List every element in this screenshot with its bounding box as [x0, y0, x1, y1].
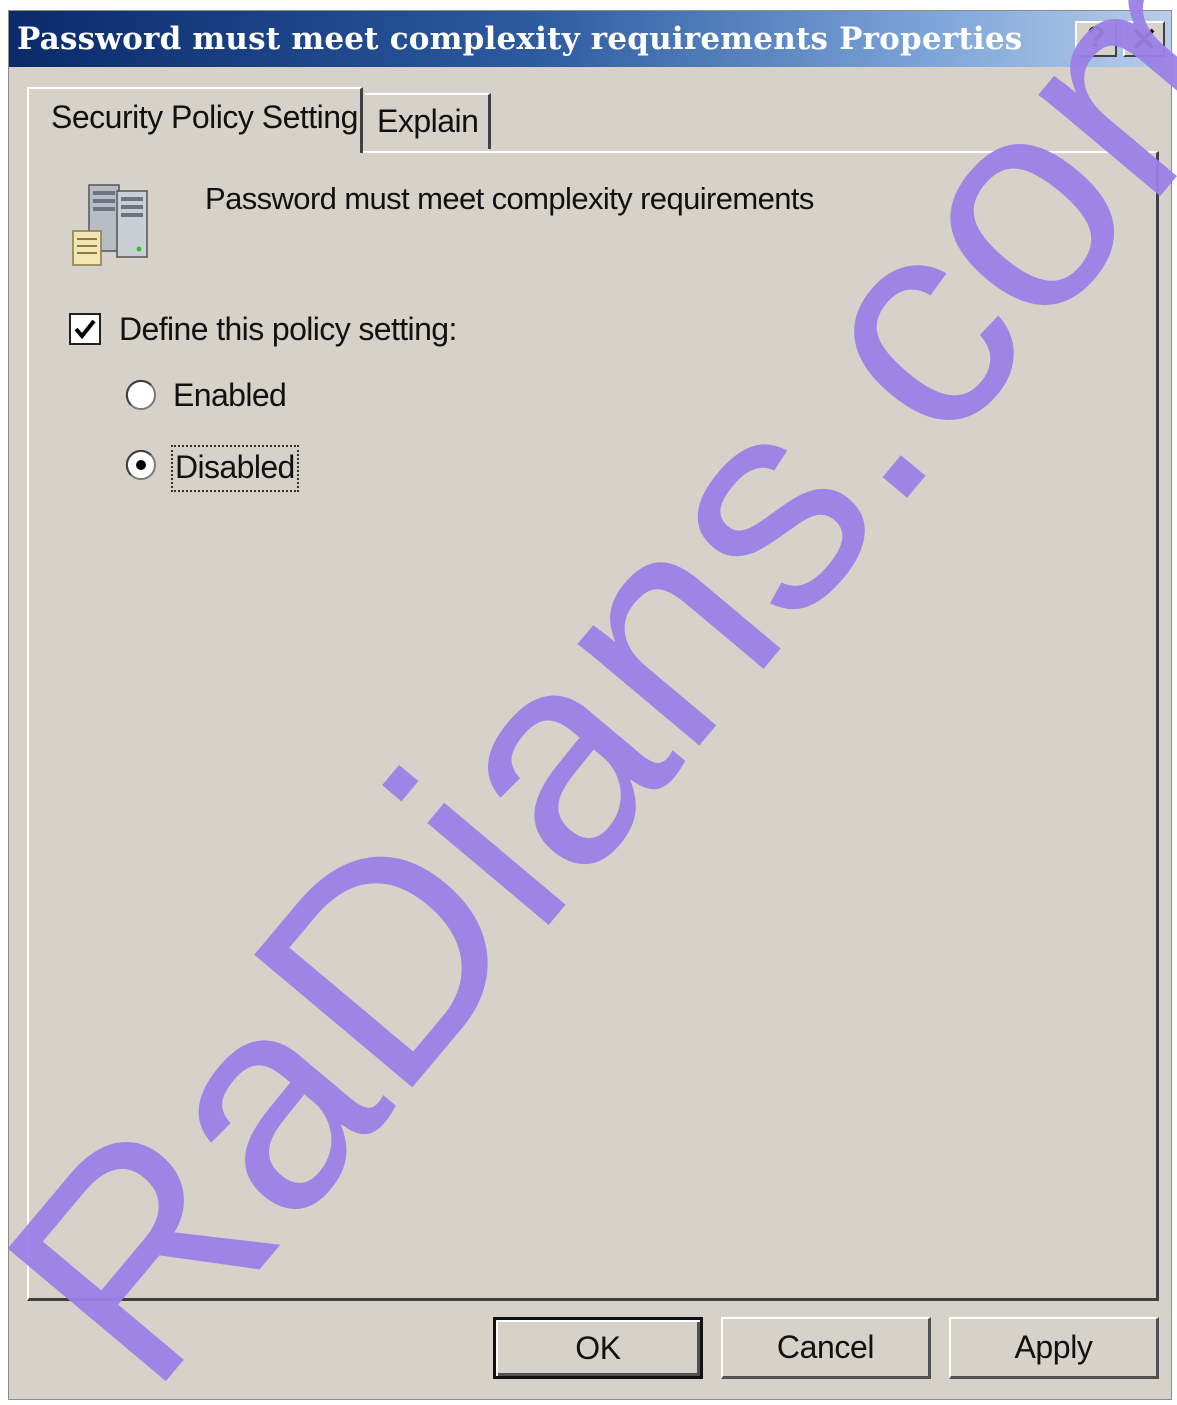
tab-label: Explain: [377, 103, 479, 139]
close-button[interactable]: [1123, 21, 1165, 57]
help-button[interactable]: ?: [1075, 21, 1117, 57]
tab-security-policy-setting[interactable]: Security Policy Setting: [27, 87, 363, 153]
tab-panel: [27, 151, 1159, 1301]
tab-explain[interactable]: Explain: [365, 93, 491, 149]
title-bar[interactable]: Password must meet complexity requiremen…: [9, 11, 1171, 67]
apply-button[interactable]: Apply: [949, 1317, 1159, 1379]
ok-button[interactable]: OK: [493, 1317, 703, 1379]
cancel-button[interactable]: Cancel: [721, 1317, 931, 1379]
close-icon: [1133, 28, 1155, 50]
tab-label: Security Policy Setting: [51, 99, 358, 135]
window-title: Password must meet complexity requiremen…: [17, 21, 1023, 57]
properties-dialog: Password must meet complexity requiremen…: [8, 10, 1172, 1400]
